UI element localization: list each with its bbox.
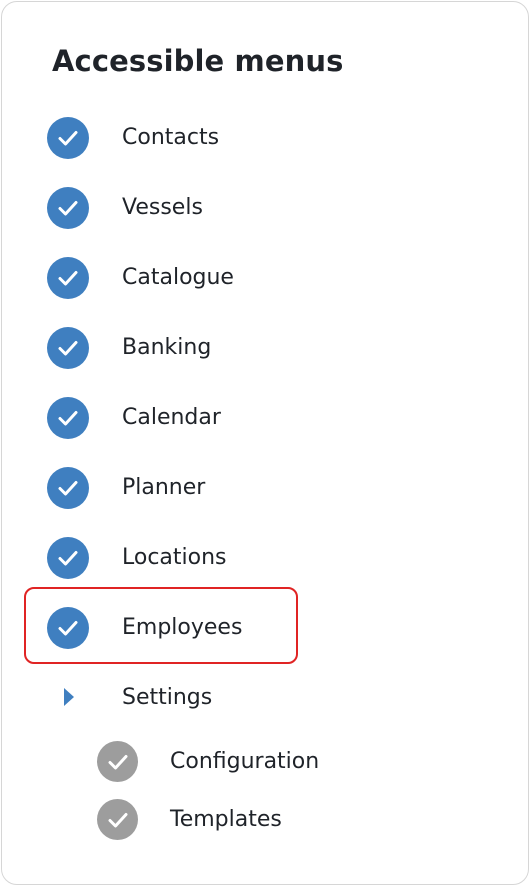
sub-item-configuration[interactable]: Configuration <box>2 739 530 785</box>
menu-item-label: Employees <box>122 615 243 640</box>
menu-item-label: Banking <box>122 335 212 360</box>
check-circle-icon[interactable] <box>47 537 89 579</box>
menu-item-banking[interactable]: Banking <box>2 323 530 373</box>
menu-item-calendar[interactable]: Calendar <box>2 393 530 443</box>
menu-item-label: Planner <box>122 475 206 500</box>
check-circle-icon[interactable] <box>47 467 89 509</box>
menu-item-catalogue[interactable]: Catalogue <box>2 253 530 303</box>
check-circle-icon[interactable] <box>47 257 89 299</box>
check-circle-icon[interactable] <box>47 187 89 229</box>
menu-item-planner[interactable]: Planner <box>2 463 530 513</box>
menu-item-label: Calendar <box>122 405 221 430</box>
check-circle-icon[interactable] <box>47 117 89 159</box>
menu-item-locations[interactable]: Locations <box>2 533 530 583</box>
menu-item-employees[interactable]: Employees <box>2 603 530 653</box>
panel-title: Accessible menus <box>52 44 344 78</box>
sub-item-label: Templates <box>170 807 282 832</box>
settings-label: Settings <box>122 685 213 710</box>
menu-item-label: Catalogue <box>122 265 234 290</box>
caret-right-icon[interactable] <box>64 688 74 706</box>
menu-item-vessels[interactable]: Vessels <box>2 183 530 233</box>
menu-item-label: Vessels <box>122 195 203 220</box>
check-circle-icon[interactable] <box>47 397 89 439</box>
check-circle-icon[interactable] <box>47 327 89 369</box>
accessible-menus-panel: Accessible menus Contacts Vessels Catalo… <box>1 1 529 885</box>
menu-item-label: Contacts <box>122 125 220 150</box>
check-circle-icon[interactable] <box>97 741 138 782</box>
check-circle-icon[interactable] <box>47 607 89 649</box>
sub-item-templates[interactable]: Templates <box>2 797 530 843</box>
settings-group-toggle[interactable]: Settings <box>2 673 530 723</box>
menu-item-contacts[interactable]: Contacts <box>2 113 530 163</box>
menu-item-label: Locations <box>122 545 227 570</box>
check-circle-icon[interactable] <box>97 799 138 840</box>
sub-item-label: Configuration <box>170 749 320 774</box>
